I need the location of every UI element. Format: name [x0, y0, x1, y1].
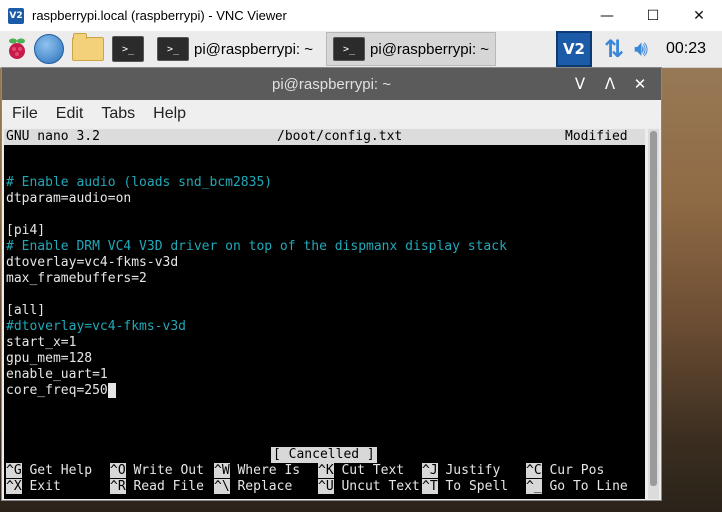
folder-icon [72, 33, 104, 61]
menu-file[interactable]: File [12, 105, 38, 123]
shortcut-go-to-line[interactable]: ^_ Go To Line [526, 479, 628, 495]
editor-line: enable_uart=1 [6, 367, 108, 382]
editor-line-current: core_freq=250 [6, 383, 116, 399]
terminal-title: pi@raspberrypi: ~ [271, 75, 392, 93]
terminal-icon: >_ [112, 36, 144, 62]
scrollbar-thumb[interactable] [650, 131, 657, 486]
editor-line: dtoverlay=vc4-fkms-v3d [6, 255, 179, 270]
vnc-titlebar: V2 raspberrypi.local (raspberrypi) - VNC… [0, 0, 722, 31]
editor-line: start_x=1 [6, 335, 77, 350]
editor-line: # Enable DRM VC4 V3D driver on top of th… [6, 239, 507, 254]
file-manager-launcher[interactable] [72, 33, 104, 64]
editor-line: # Enable audio (loads snd_bcm2835) [6, 175, 273, 190]
editor-line: gpu_mem=128 [6, 351, 93, 366]
editor-line: [pi4] [6, 223, 46, 238]
taskbar-item-terminal-1[interactable]: >_ pi@raspberrypi: ~ [150, 32, 320, 66]
terminal-icon: >_ [333, 37, 366, 61]
network-arrows-icon[interactable]: ⇅ [604, 35, 624, 63]
clock[interactable]: 00:23 [666, 40, 706, 58]
editor-line: [all] [6, 303, 46, 318]
terminal-minimize-button[interactable]: ᐯ [565, 75, 595, 93]
web-browser-launcher[interactable] [34, 34, 64, 64]
volume-icon[interactable]: 🔊︎ [634, 37, 648, 62]
vnc-app-icon: V2 [8, 7, 24, 24]
terminal-scrollbar[interactable] [648, 129, 659, 499]
terminal-launcher[interactable]: >_ [112, 34, 144, 64]
terminal-titlebar[interactable]: pi@raspberrypi: ~ ᐯ ᐱ ✕ [2, 68, 661, 100]
terminal-maximize-button[interactable]: ᐱ [595, 75, 625, 93]
shortcut-to-spell[interactable]: ^T To Spell [422, 479, 508, 495]
minimize-button[interactable]: — [584, 0, 630, 31]
maximize-button[interactable]: ☐ [630, 0, 676, 31]
taskbar-item-terminal-2[interactable]: >_ pi@raspberrypi: ~ [326, 32, 497, 66]
editor-line: dtparam=audio=on [6, 191, 132, 206]
raspberry-pi-panel: >_ >_ pi@raspberrypi: ~ >_ pi@raspberryp… [0, 31, 722, 68]
text-cursor [107, 383, 116, 398]
shortcut-justify[interactable]: ^J Justify [422, 463, 500, 479]
shortcut-row-2: ^X Exit ^R Read File ^\ Replace ^U Uncut… [6, 479, 645, 495]
shortcut-row-1: ^G Get Help ^O Write Out ^W Where Is ^K … [6, 463, 645, 479]
menu-edit[interactable]: Edit [56, 105, 84, 123]
shortcut-cur-pos[interactable]: ^C Cur Pos [526, 463, 604, 479]
nano-version: GNU nano 3.2 [6, 129, 100, 144]
taskbar-item-label: pi@raspberrypi: ~ [370, 40, 490, 58]
editor-line: #dtoverlay=vc4-fkms-v3d [6, 319, 187, 334]
nano-filename: /boot/config.txt [277, 129, 403, 144]
raspberry-icon [9, 38, 25, 59]
terminal-icon: >_ [157, 37, 189, 61]
close-button[interactable]: ✕ [676, 0, 722, 31]
vnc-window-controls: — ☐ ✕ [584, 0, 722, 31]
nano-header-bar: GNU nano 3.2 /boot/config.txt Modified [4, 129, 645, 145]
terminal-menubar: File Edit Tabs Help [2, 100, 661, 128]
shortcut-cut-text[interactable]: ^K Cut Text [318, 463, 404, 479]
shortcut-get-help[interactable]: ^G Get Help [6, 463, 92, 479]
shortcut-replace[interactable]: ^\ Replace [214, 479, 292, 495]
editor-line: max_framebuffers=2 [6, 271, 147, 286]
shortcut-exit[interactable]: ^X Exit [6, 479, 61, 495]
menu-tabs[interactable]: Tabs [101, 105, 135, 123]
terminal-window-controls: ᐯ ᐱ ✕ [565, 68, 655, 100]
shortcut-read-file[interactable]: ^R Read File [110, 479, 204, 495]
nano-status-message: [ Cancelled ] [271, 447, 377, 463]
terminal-close-button[interactable]: ✕ [625, 75, 655, 93]
terminal-content[interactable]: GNU nano 3.2 /boot/config.txt Modified #… [4, 129, 645, 499]
vnc-window-title: raspberrypi.local (raspberrypi) - VNC Vi… [32, 8, 287, 23]
system-tray: V2 ⇅ 🔊︎ 00:23 [555, 31, 722, 67]
raspberry-menu-button[interactable] [4, 34, 30, 64]
terminal-window: pi@raspberrypi: ~ ᐯ ᐱ ✕ File Edit Tabs H… [1, 67, 662, 501]
shortcut-write-out[interactable]: ^O Write Out [110, 463, 204, 479]
menu-help[interactable]: Help [153, 105, 186, 123]
shortcut-uncut-text[interactable]: ^U Uncut Text [318, 479, 420, 495]
shortcut-where-is[interactable]: ^W Where Is [214, 463, 300, 479]
editor-line-text: core_freq=250 [6, 383, 108, 398]
vnc-server-tray-icon[interactable]: V2 [555, 31, 592, 67]
nano-modified-state: Modified [565, 129, 628, 144]
taskbar-item-label: pi@raspberrypi: ~ [194, 40, 314, 58]
globe-icon [34, 34, 64, 64]
